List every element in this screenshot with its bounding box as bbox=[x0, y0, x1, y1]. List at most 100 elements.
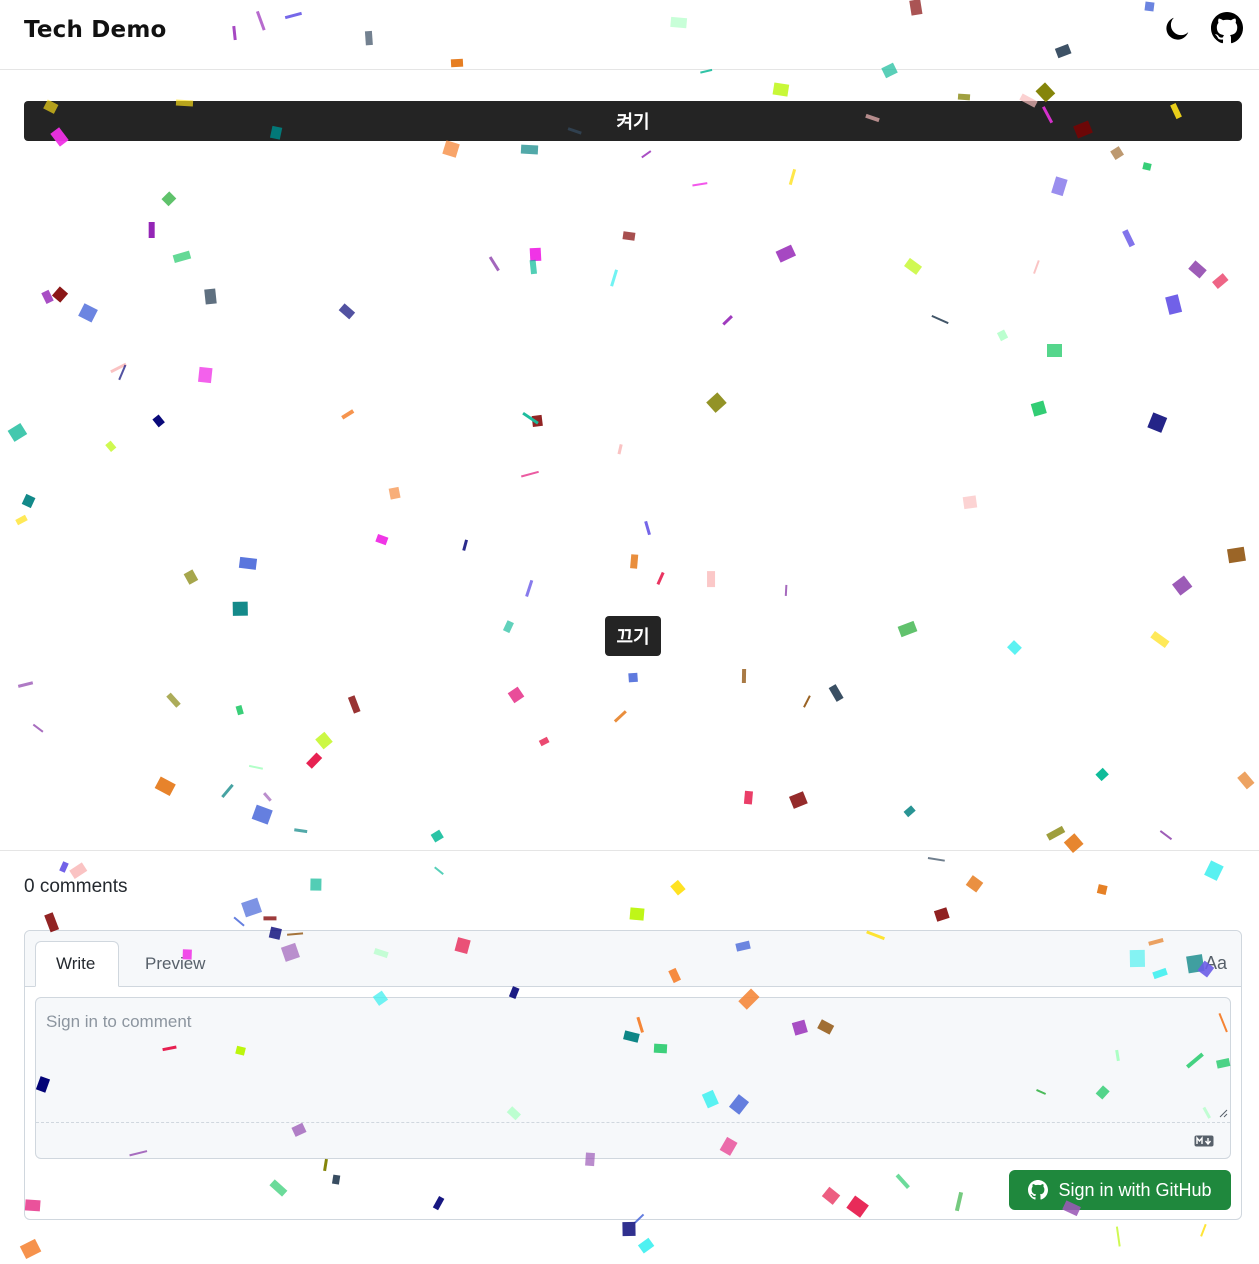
confetti-piece bbox=[233, 916, 245, 927]
confetti-piece bbox=[7, 422, 27, 442]
resize-handle-icon[interactable] bbox=[1218, 1108, 1228, 1118]
site-title[interactable]: Tech Demo bbox=[24, 17, 167, 43]
confetti-piece bbox=[721, 314, 733, 326]
confetti-piece bbox=[692, 182, 708, 187]
confetti-piece bbox=[744, 791, 754, 806]
confetti-piece bbox=[305, 751, 322, 769]
confetti-piece bbox=[610, 270, 618, 287]
confetti-piece bbox=[828, 683, 844, 702]
confetti-piece bbox=[1159, 829, 1173, 841]
github-icon[interactable] bbox=[1211, 12, 1243, 44]
confetti-piece bbox=[1204, 860, 1225, 882]
confetti-piece bbox=[172, 250, 192, 263]
confetti-piece bbox=[310, 878, 322, 891]
confetti-piece bbox=[59, 861, 70, 874]
confetti-piece bbox=[629, 554, 639, 570]
confetti-piece bbox=[656, 571, 665, 586]
editor-footer bbox=[36, 1122, 1230, 1158]
confetti-piece bbox=[927, 856, 945, 863]
confetti-piece bbox=[388, 486, 401, 500]
confetti-piece bbox=[1096, 884, 1109, 896]
confetti-piece bbox=[622, 230, 635, 240]
confetti-piece bbox=[521, 470, 540, 478]
confetti-piece bbox=[614, 710, 627, 723]
confetti-piece bbox=[166, 692, 181, 708]
confetti-piece bbox=[934, 907, 950, 923]
confetti-piece bbox=[521, 411, 540, 425]
confetti-piece bbox=[20, 1238, 42, 1259]
confetti-piece bbox=[965, 875, 984, 893]
confetti-piece bbox=[21, 494, 36, 509]
tab-preview[interactable]: Preview bbox=[125, 941, 225, 987]
confetti-piece bbox=[1150, 631, 1170, 648]
confetti-piece bbox=[338, 303, 356, 320]
confetti-piece bbox=[248, 764, 264, 770]
confetti-piece bbox=[252, 804, 274, 825]
github-icon bbox=[1028, 1180, 1049, 1200]
confetti-piece bbox=[508, 686, 525, 703]
confetti-piece bbox=[262, 791, 272, 802]
confetti-piece bbox=[1227, 546, 1247, 564]
confetti-piece bbox=[1236, 771, 1255, 790]
confetti-piece bbox=[742, 669, 747, 684]
section-divider bbox=[0, 850, 1259, 851]
confetti-piece bbox=[232, 601, 249, 617]
confetti-piece bbox=[931, 315, 949, 325]
confetti-piece bbox=[1007, 640, 1023, 656]
confetti-piece bbox=[430, 829, 444, 842]
confetti-piece bbox=[1164, 294, 1183, 316]
confetti-piece bbox=[1095, 767, 1109, 781]
confetti-piece bbox=[629, 907, 645, 922]
comment-count: 0 comments bbox=[24, 876, 128, 897]
confetti-piece bbox=[622, 1221, 636, 1236]
confetti-piece bbox=[617, 443, 623, 455]
confetti-piece bbox=[897, 621, 918, 638]
confetti-piece bbox=[1035, 82, 1056, 103]
confetti-piece bbox=[1046, 825, 1066, 841]
confetti-piece bbox=[52, 286, 69, 304]
confetti-piece bbox=[1121, 229, 1135, 248]
moon-icon[interactable] bbox=[1162, 14, 1192, 44]
confetti-piece bbox=[772, 82, 790, 97]
confetti-piece bbox=[109, 362, 127, 374]
confetti-piece bbox=[1188, 260, 1208, 279]
markdown-icon bbox=[1194, 1135, 1214, 1147]
confetti-piece bbox=[789, 791, 808, 809]
confetti-piece bbox=[529, 247, 542, 262]
confetti-piece bbox=[161, 190, 177, 207]
confetti-piece bbox=[442, 140, 461, 159]
confetti-piece bbox=[996, 329, 1009, 342]
confetti-piece bbox=[198, 367, 213, 384]
confetti-piece bbox=[784, 584, 788, 596]
tab-write[interactable]: Write bbox=[35, 941, 119, 987]
confetti-piece bbox=[183, 569, 199, 586]
confetti-piece bbox=[1030, 399, 1047, 417]
confetti-piece bbox=[520, 144, 539, 155]
confetti-piece bbox=[774, 244, 796, 263]
confetti-piece bbox=[235, 705, 244, 716]
confetti-piece bbox=[77, 303, 98, 323]
confetti-piece bbox=[117, 363, 127, 380]
confetti-piece bbox=[803, 695, 812, 708]
confetti-piece bbox=[221, 783, 234, 799]
font-toggle-button[interactable]: Aa bbox=[1205, 953, 1227, 974]
confetti-piece bbox=[637, 1237, 654, 1254]
signin-github-button[interactable]: Sign in with GitHub bbox=[1009, 1170, 1231, 1210]
confetti-piece bbox=[462, 539, 469, 552]
confetti-piece bbox=[1032, 260, 1040, 274]
confetti-piece bbox=[706, 392, 727, 414]
comment-input[interactable] bbox=[36, 998, 1230, 1122]
site-header: Tech Demo bbox=[0, 0, 1259, 70]
confetti-piece bbox=[502, 619, 514, 634]
confetti-piece bbox=[294, 828, 308, 834]
confetti-piece bbox=[1199, 1223, 1207, 1237]
confetti-piece bbox=[104, 440, 116, 452]
confetti-off-button[interactable]: 끄기 bbox=[605, 616, 661, 656]
confetti-piece bbox=[644, 521, 652, 536]
confetti-piece bbox=[1046, 343, 1062, 357]
editor-tabbar: Write Preview Aa bbox=[25, 931, 1241, 987]
confetti-piece bbox=[315, 731, 333, 749]
confetti-piece bbox=[670, 880, 686, 896]
confetti-on-button[interactable]: 켜기 bbox=[24, 101, 1242, 141]
confetti-piece bbox=[641, 150, 652, 159]
